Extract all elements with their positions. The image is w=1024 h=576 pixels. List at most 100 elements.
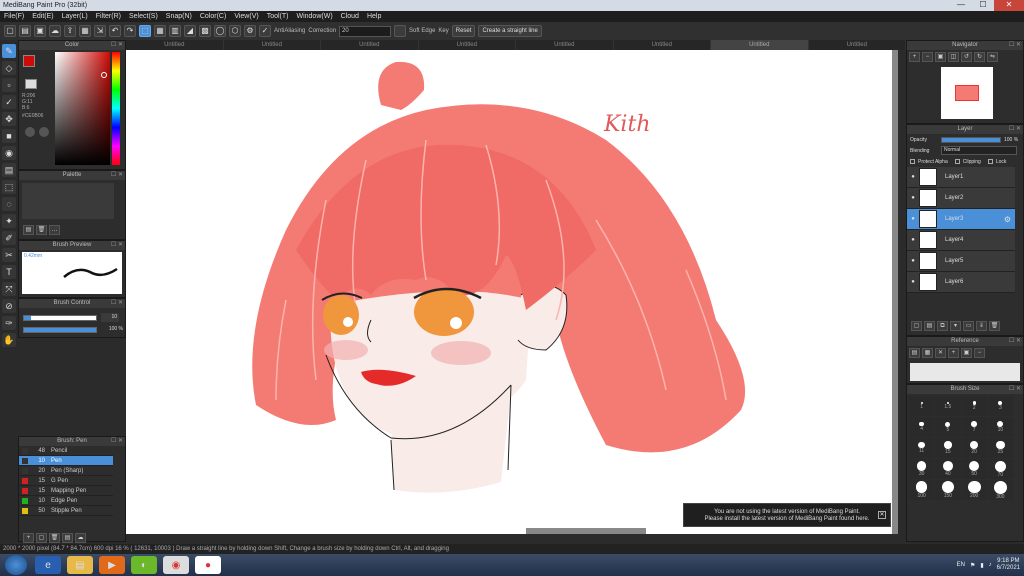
layer-row[interactable]: ● Layer4: [907, 230, 1015, 251]
antialiasing-checkbox[interactable]: ✓: [259, 25, 271, 37]
brush-size-option[interactable]: 50: [961, 459, 987, 479]
text-tool-icon[interactable]: T: [2, 265, 16, 279]
snap-grid-icon[interactable]: ▩: [199, 25, 211, 37]
tab-document[interactable]: Untitled: [614, 40, 711, 50]
brush-size-option[interactable]: 2: [961, 396, 987, 416]
menu-help[interactable]: Help: [367, 13, 381, 20]
palette-more-icon[interactable]: …: [49, 225, 60, 235]
open-file-icon[interactable]: ▤: [19, 25, 31, 37]
operation-tool-icon[interactable]: ⤧: [2, 282, 16, 296]
cloud-icon[interactable]: ☁: [49, 25, 61, 37]
layer-settings-icon[interactable]: ⚙: [1004, 215, 1011, 224]
visibility-eye-icon[interactable]: ●: [907, 174, 919, 180]
brush-size-option[interactable]: 10: [987, 417, 1013, 437]
save-icon[interactable]: ▣: [34, 25, 46, 37]
brush-size-option[interactable]: 200: [961, 480, 987, 500]
brush-size-option[interactable]: 4: [909, 417, 935, 437]
brush-size-option[interactable]: 1: [909, 396, 935, 416]
blending-select[interactable]: Normal: [941, 146, 1017, 155]
brush-opacity-slider[interactable]: [23, 327, 97, 333]
menu-cloud[interactable]: Cloud: [341, 13, 359, 20]
brush-size-option[interactable]: 100: [909, 480, 935, 500]
drawing-canvas[interactable]: Kith: [126, 50, 896, 534]
eraser-tool-icon[interactable]: ◇: [2, 61, 16, 75]
explorer-icon[interactable]: ▤: [67, 556, 93, 574]
reference-canvas-icon[interactable]: ▦: [922, 348, 933, 358]
brush-size-option[interactable]: 30: [909, 459, 935, 479]
reset-button[interactable]: Reset: [451, 25, 476, 37]
brush-size-option[interactable]: 70: [987, 459, 1013, 479]
menu-select[interactable]: Select(S): [129, 13, 158, 20]
brush-size-option[interactable]: 20: [961, 438, 987, 458]
brush-size-option[interactable]: 3: [987, 396, 1013, 416]
menu-file[interactable]: File(F): [4, 13, 24, 20]
brush-size-option[interactable]: 1.5: [935, 396, 961, 416]
zoom-in-icon[interactable]: +: [909, 52, 920, 62]
medibang-icon[interactable]: ●: [195, 556, 221, 574]
network-icon[interactable]: ▮: [980, 562, 983, 569]
rotate-right-icon[interactable]: ↻: [974, 52, 985, 62]
brush-size-option[interactable]: 5: [935, 417, 961, 437]
layer-opacity-slider[interactable]: [941, 136, 1001, 143]
visibility-eye-icon[interactable]: ●: [907, 216, 919, 222]
check-tool-icon[interactable]: ✓: [2, 95, 16, 109]
brush-list-item[interactable]: 15 Mapping Pen: [19, 486, 113, 496]
zoom-out-icon[interactable]: −: [922, 52, 933, 62]
redo-icon[interactable]: ↷: [124, 25, 136, 37]
select-tool-icon[interactable]: ⬚: [2, 180, 16, 194]
lock-checkbox[interactable]: [987, 159, 993, 164]
brush-size-option[interactable]: 25: [987, 438, 1013, 458]
visibility-eye-icon[interactable]: ●: [907, 258, 919, 264]
delete-layer-icon[interactable]: 🗑: [989, 321, 1000, 331]
palette-add-icon[interactable]: ▤: [23, 225, 34, 235]
brush-list-item[interactable]: 20 Pen (Sharp): [19, 466, 113, 476]
brush-size-option[interactable]: 300: [987, 480, 1013, 500]
reference-close-icon[interactable]: ✕: [935, 348, 946, 358]
volume-icon[interactable]: ♪: [989, 562, 992, 568]
brush-cloud-icon[interactable]: ☁: [75, 533, 86, 543]
reference-area[interactable]: [910, 363, 1020, 381]
saturation-value-picker[interactable]: [55, 52, 110, 165]
ie-icon[interactable]: e: [35, 556, 61, 574]
select-pen-icon[interactable]: ✐: [2, 231, 16, 245]
hue-slider[interactable]: [112, 52, 120, 165]
reference-zoom-out-icon[interactable]: −: [974, 348, 985, 358]
brush-size-option[interactable]: 150: [935, 480, 961, 500]
merge-layer-icon[interactable]: ⇓: [976, 321, 987, 331]
rotate-left-icon[interactable]: ↺: [961, 52, 972, 62]
magic-wand-icon[interactable]: ✦: [2, 214, 16, 228]
brush-size-value[interactable]: 10: [101, 313, 119, 322]
eyedropper-icon[interactable]: ⊘: [2, 299, 16, 313]
menu-filter[interactable]: Filter(R): [96, 13, 121, 20]
move-tool-icon[interactable]: ✥: [2, 112, 16, 126]
menu-snap[interactable]: Snap(N): [166, 13, 192, 20]
actual-size-icon[interactable]: ◫: [948, 52, 959, 62]
settings-icon[interactable]: ⚙: [244, 25, 256, 37]
hex-icon[interactable]: ⬡: [229, 25, 241, 37]
pen-tool-icon[interactable]: ✑: [2, 316, 16, 330]
triangle-icon[interactable]: ◢: [184, 25, 196, 37]
layer-row[interactable]: ● Layer2: [907, 188, 1015, 209]
transparent-swatch[interactable]: [25, 79, 37, 89]
brush-opacity-value[interactable]: 100 %: [101, 326, 123, 332]
tab-document[interactable]: Untitled: [224, 40, 321, 50]
hand-tool-icon[interactable]: ✋: [2, 333, 16, 347]
clock[interactable]: 9:18 PM 6/7/2021: [997, 558, 1020, 572]
brush-size-option[interactable]: 7: [961, 417, 987, 437]
media-player-icon[interactable]: ▶: [99, 556, 125, 574]
ruler-icon[interactable]: ▥: [169, 25, 181, 37]
lasso-tool-icon[interactable]: ◌: [2, 197, 16, 211]
layer-row[interactable]: ● Layer6: [907, 272, 1015, 293]
clipping-checkbox[interactable]: [954, 159, 960, 164]
update-notice[interactable]: You are not using the latest version of …: [683, 503, 891, 527]
layer-row[interactable]: ● Layer1: [907, 167, 1015, 188]
reference-zoom-in-icon[interactable]: +: [948, 348, 959, 358]
grid-icon[interactable]: ▦: [154, 25, 166, 37]
brush-list-item[interactable]: 15 G Pen: [19, 476, 113, 486]
brush-list-item[interactable]: 48 Pencil: [19, 446, 113, 456]
picker-cursor[interactable]: [101, 72, 107, 78]
brush-tool-icon[interactable]: ✎: [2, 44, 16, 58]
correction-select[interactable]: 20: [339, 25, 392, 37]
layer-folder-icon[interactable]: ▭: [963, 321, 974, 331]
duplicate-layer-icon[interactable]: ⧉: [937, 321, 948, 331]
